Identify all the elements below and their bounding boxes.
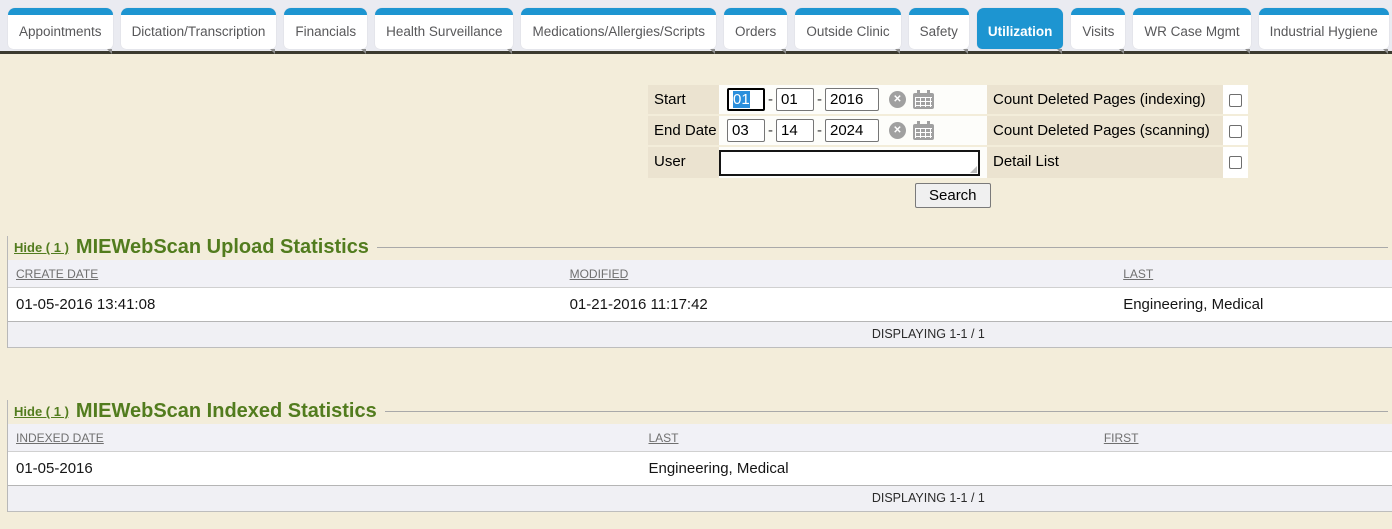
start-date-month-input[interactable]: 01 xyxy=(727,88,765,111)
legend-rule xyxy=(377,247,1388,248)
indexed-statistics-header: Hide ( 1 ) MIEWebScan Indexed Statistics xyxy=(8,400,1392,423)
tab-industrial-hygiene[interactable]: Industrial Hygiene xyxy=(1259,8,1389,49)
module-tab-bar: Appointments Dictation/Transcription Fin… xyxy=(0,0,1392,54)
tab-medications-allergies-scripts[interactable]: Medications/Allergies/Scripts xyxy=(521,8,716,49)
tab-financials[interactable]: Financials xyxy=(284,8,367,49)
last-cell: Engineering, Medical xyxy=(1115,288,1392,322)
end-date-day-input[interactable]: 14 xyxy=(776,119,814,142)
indexed-statistics-section: Hide ( 1 ) MIEWebScan Indexed Statistics… xyxy=(7,400,1392,512)
start-date-inputs: 01 - 01 - 2016 ✕ xyxy=(719,85,987,114)
start-date-label: Start Date xyxy=(648,85,719,114)
table-row: 01-05-2016 13:41:08 01-21-2016 11:17:42 … xyxy=(8,288,1392,322)
create-date-cell: 01-05-2016 13:41:08 xyxy=(8,288,562,322)
tab-visits[interactable]: Visits xyxy=(1071,8,1125,49)
end-date-year-input[interactable]: 2024 xyxy=(825,119,879,142)
year-value: 2016 xyxy=(830,91,863,108)
table-footer-row: DISPLAYING 1-1 / 1 xyxy=(8,322,1392,348)
column-header-first[interactable]: FIRST xyxy=(1096,424,1392,452)
tab-wr-case-mgmt[interactable]: WR Case Mgmt xyxy=(1133,8,1250,49)
column-header-create-date[interactable]: CREATE DATE xyxy=(8,260,562,288)
tab-orders[interactable]: Orders xyxy=(724,8,787,49)
checkbox-cell xyxy=(1223,147,1248,178)
user-input[interactable] xyxy=(719,150,980,176)
clear-start-date-icon[interactable]: ✕ xyxy=(889,91,906,108)
upload-statistics-title: MIEWebScan Upload Statistics xyxy=(76,236,369,259)
table-footer-row: DISPLAYING 1-1 / 1 xyxy=(8,486,1392,512)
checkbox-cell xyxy=(1223,85,1248,114)
start-date-day-input[interactable]: 01 xyxy=(776,88,814,111)
date-separator: - xyxy=(817,122,822,139)
search-button[interactable]: Search xyxy=(915,183,991,208)
upload-statistics-section: Hide ( 1 ) MIEWebScan Upload Statistics … xyxy=(7,236,1392,348)
count-deleted-scanning-label: Count Deleted Pages (scanning) xyxy=(987,116,1223,145)
start-date-row: Start Date 01 - 01 - 2016 ✕ Count Delete… xyxy=(648,85,1248,116)
month-value: 03 xyxy=(732,122,749,139)
table-header-row: INDEXED DATE LAST FIRST xyxy=(8,424,1392,452)
end-date-label: End Date xyxy=(648,116,719,145)
indexed-statistics-title: MIEWebScan Indexed Statistics xyxy=(76,400,377,423)
count-deleted-indexing-label: Count Deleted Pages (indexing) xyxy=(987,85,1223,114)
date-separator: - xyxy=(768,122,773,139)
detail-list-label: Detail List xyxy=(987,147,1223,178)
date-separator: - xyxy=(768,91,773,108)
last-cell: Engineering, Medical xyxy=(640,452,1095,486)
user-row: User Detail List xyxy=(648,147,1248,178)
displaying-count: DISPLAYING 1-1 / 1 xyxy=(8,322,1392,348)
table-row: 01-05-2016 Engineering, Medical xyxy=(8,452,1392,486)
tab-safety[interactable]: Safety xyxy=(909,8,969,49)
tab-dictation-transcription[interactable]: Dictation/Transcription xyxy=(121,8,277,49)
checkbox-cell xyxy=(1223,116,1248,145)
upload-statistics-table: CREATE DATE MODIFIED LAST 01-05-2016 13:… xyxy=(8,260,1392,348)
user-label: User xyxy=(648,147,719,178)
start-date-year-input[interactable]: 2016 xyxy=(825,88,879,111)
end-date-inputs: 03 - 14 - 2024 ✕ xyxy=(719,116,987,145)
tab-health-surveillance[interactable]: Health Surveillance xyxy=(375,8,513,49)
day-value: 01 xyxy=(781,91,798,108)
search-button-row: Search xyxy=(648,183,1248,209)
year-value: 2024 xyxy=(830,122,863,139)
date-separator: - xyxy=(817,91,822,108)
column-header-last[interactable]: LAST xyxy=(640,424,1095,452)
day-value: 14 xyxy=(781,122,798,139)
start-date-calendar-icon[interactable] xyxy=(913,93,934,109)
end-date-calendar-icon[interactable] xyxy=(913,124,934,140)
upload-statistics-header: Hide ( 1 ) MIEWebScan Upload Statistics xyxy=(8,236,1392,259)
tab-utilization[interactable]: Utilization xyxy=(977,8,1064,49)
selected-text: 01 xyxy=(733,91,750,108)
legend-rule xyxy=(385,411,1388,412)
hide-indexed-link[interactable]: Hide ( 1 ) xyxy=(14,404,69,419)
column-header-last[interactable]: LAST xyxy=(1115,260,1392,288)
indexed-statistics-table: INDEXED DATE LAST FIRST 01-05-2016 Engin… xyxy=(8,424,1392,512)
end-date-month-input[interactable]: 03 xyxy=(727,119,765,142)
table-header-row: CREATE DATE MODIFIED LAST xyxy=(8,260,1392,288)
count-deleted-indexing-checkbox[interactable] xyxy=(1229,94,1242,107)
hide-upload-link[interactable]: Hide ( 1 ) xyxy=(14,240,69,255)
tab-outside-clinic[interactable]: Outside Clinic xyxy=(795,8,900,49)
clear-end-date-icon[interactable]: ✕ xyxy=(889,122,906,139)
column-header-indexed-date[interactable]: INDEXED DATE xyxy=(8,424,640,452)
detail-list-checkbox[interactable] xyxy=(1229,156,1242,169)
count-deleted-scanning-checkbox[interactable] xyxy=(1229,125,1242,138)
displaying-count: DISPLAYING 1-1 / 1 xyxy=(8,486,1392,512)
tab-appointments[interactable]: Appointments xyxy=(8,8,113,49)
column-header-modified[interactable]: MODIFIED xyxy=(562,260,1116,288)
indexed-date-cell: 01-05-2016 xyxy=(8,452,640,486)
end-date-row: End Date 03 - 14 - 2024 ✕ Count Deleted … xyxy=(648,116,1248,147)
utilization-search-form: Start Date 01 - 01 - 2016 ✕ Count Delete… xyxy=(648,85,1248,178)
user-input-cell xyxy=(719,147,987,178)
modified-cell: 01-21-2016 11:17:42 xyxy=(562,288,1116,322)
first-cell xyxy=(1096,452,1392,486)
